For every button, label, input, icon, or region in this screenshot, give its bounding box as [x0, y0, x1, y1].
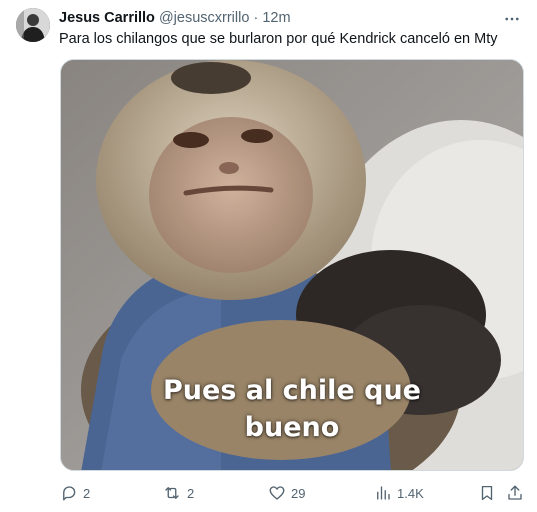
repost-icon: [165, 487, 179, 499]
tweet[interactable]: Jesus Carrillo @jesuscxrrillo · 12m Para…: [0, 0, 537, 512]
share-button[interactable]: [506, 482, 524, 504]
avatar-image: [16, 8, 50, 42]
avatar[interactable]: [16, 8, 50, 42]
caption-line-2: bueno: [244, 412, 340, 443]
display-name[interactable]: Jesus Carrillo: [59, 10, 155, 26]
like-button[interactable]: 29: [268, 482, 305, 504]
caption-line-1: Pues al chile que: [163, 375, 421, 406]
reply-count: 2: [83, 485, 91, 501]
tweet-media[interactable]: Pues al chile que bueno: [60, 59, 524, 471]
repost-button[interactable]: 2: [162, 482, 194, 504]
reply-icon: [63, 486, 76, 501]
views-icon: [377, 486, 390, 500]
separator: ·: [253, 10, 259, 26]
bookmark-icon: [481, 485, 493, 501]
action-bar: 2 2 29 1.4K: [58, 482, 527, 504]
views-count: 1.4K: [397, 485, 424, 501]
more-button[interactable]: [501, 8, 523, 30]
reply-button[interactable]: 2: [60, 482, 90, 504]
tweet-text: Para los chilangos que se burlaron por q…: [59, 31, 498, 47]
views-button[interactable]: 1.4K: [374, 482, 424, 504]
like-icon: [269, 486, 285, 500]
share-icon: [508, 485, 522, 500]
user-handle[interactable]: @jesuscxrrillo: [159, 10, 249, 26]
bookmark-button[interactable]: [478, 482, 496, 504]
more-icon: [505, 17, 519, 21]
like-count: 29: [291, 485, 306, 501]
tweet-header: Jesus Carrillo @jesuscxrrillo · 12m: [59, 9, 497, 27]
timestamp[interactable]: 12m: [262, 10, 290, 26]
media-caption: Pues al chile que bueno: [61, 372, 523, 446]
repost-count: 2: [187, 485, 195, 501]
